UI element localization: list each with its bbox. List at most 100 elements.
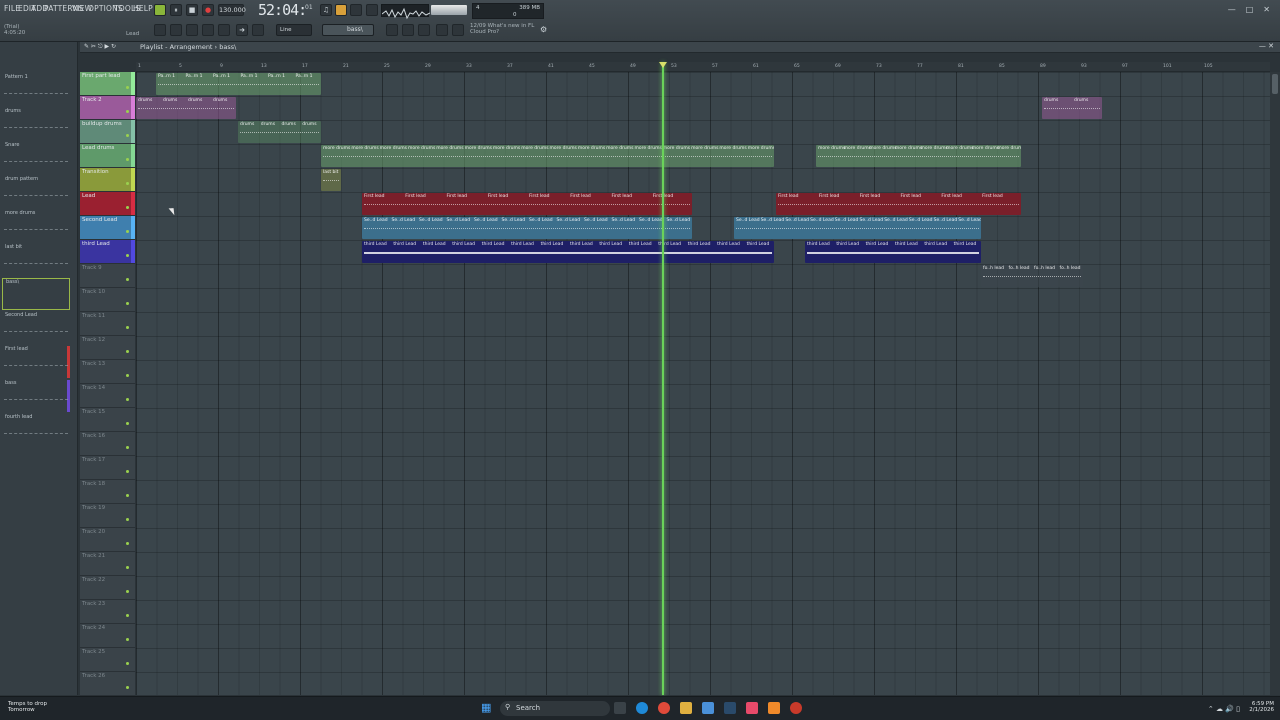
track-header[interactable]: Track 11 [80,312,135,336]
track-header[interactable]: Lead drums [80,144,135,168]
track-header[interactable]: Track 13 [80,360,135,384]
track-mute-led[interactable] [126,349,129,353]
playlist-close-icon[interactable]: — ✕ [1259,42,1274,50]
fl-studio-icon[interactable] [768,702,780,714]
track-header[interactable]: Track 10 [80,288,135,312]
track-header[interactable]: Track 12 [80,336,135,360]
maximize-icon[interactable]: □ [1246,5,1254,14]
task-view-icon[interactable] [614,702,626,714]
metronome-button[interactable]: ♫ [320,4,332,16]
track-mute-led[interactable] [126,397,129,401]
track-header[interactable]: third Lead [80,240,135,264]
picker-item[interactable]: drums [2,108,70,140]
track-header[interactable]: Track 22 [80,576,135,600]
pattern-clip[interactable]: drums drums [1042,97,1102,119]
track-mute-led[interactable] [126,133,129,137]
piano-roll-button[interactable] [170,24,182,36]
tempo-display[interactable]: 130.000 [218,4,246,16]
picker-item[interactable]: bass [2,380,70,412]
track-header[interactable]: Track 25 [80,648,135,672]
taskbar-clock[interactable]: 6:59 PM 2/1/2026 [1249,701,1274,713]
track-mute-led[interactable] [126,157,129,161]
pattern-clip[interactable]: third Lead third Lead third Lead third Lead… [362,241,774,263]
alt-button[interactable] [418,24,430,36]
track-mute-led[interactable] [126,613,129,617]
track-mute-led[interactable] [126,637,129,641]
track-header[interactable]: Transition [80,168,135,192]
loop-record-button[interactable] [350,4,362,16]
track-mute-led[interactable] [126,493,129,497]
track-mute-led[interactable] [126,589,129,593]
playlist-button[interactable] [154,24,166,36]
tool-icons[interactable]: ✎ ✂ ⎋ ▶ ↻ [84,43,116,51]
pattern-clip[interactable]: Se..d Lead Se..d Lead Se..d Lead Se..d Lead… [734,217,981,239]
windows-start-icon[interactable]: ▦ [481,702,493,714]
next-button[interactable]: ➜ [236,24,248,36]
track-mute-led[interactable] [126,421,129,425]
track-mute-led[interactable] [126,685,129,689]
pattern-clip[interactable]: more drums more drums more drums more drums… [816,145,1021,167]
minimize-icon[interactable]: — [1228,5,1236,14]
pattern-clip[interactable]: last bit [321,169,341,191]
track-header[interactable]: Track 26 [80,672,135,696]
step-edit-button[interactable] [366,4,378,16]
steam-icon[interactable] [724,702,736,714]
playhead-marker-icon[interactable] [659,62,667,68]
track-header[interactable]: Track 24 [80,624,135,648]
pattern-clip[interactable]: fo..h lead fo..h lead fo..h lead fo..h lead [981,265,1083,287]
track-header[interactable]: Track 23 [80,600,135,624]
picker-item[interactable]: Pattern 1 [2,74,70,106]
picker-item[interactable]: more drums [2,210,70,242]
playhead[interactable] [662,62,664,695]
pattern-clip[interactable]: third Lead third Lead third Lead third Lead… [805,241,981,263]
channel-rack-button[interactable] [186,24,198,36]
track-mute-led[interactable] [126,109,129,113]
track-header[interactable]: Track 14 [80,384,135,408]
track-header[interactable]: First part lead [80,72,135,96]
track-mute-led[interactable] [126,277,129,281]
mixer-button[interactable] [202,24,214,36]
track-header[interactable]: Track 15 [80,408,135,432]
pattern-song-toggle[interactable] [154,4,166,16]
pattern-selector[interactable]: bass\ [322,24,374,36]
online-button[interactable] [436,24,448,36]
picker-item[interactable]: First lead [2,346,70,378]
picker-item[interactable]: Snare [2,142,70,174]
track-header[interactable]: Track 18 [80,480,135,504]
track-mute-led[interactable] [126,541,129,545]
track-mute-led[interactable] [126,565,129,569]
scroll-thumb[interactable] [1272,74,1278,94]
pattern-clip[interactable]: Se..d Lead Se..d Lead Se..d Lead Se..d Lead… [362,217,692,239]
track-mute-led[interactable] [126,661,129,665]
shift-button[interactable] [386,24,398,36]
pattern-clip[interactable]: Pa..rn 1 Pa..rn 1 Pa..rn 1 Pa..rn 1 Pa..rn 1… [156,73,321,95]
pattern-clip[interactable]: drums drums drums drums [136,97,236,119]
track-header[interactable]: Track 21 [80,552,135,576]
track-mute-led[interactable] [126,181,129,185]
track-mute-led[interactable] [126,85,129,89]
browser-button[interactable] [218,24,230,36]
music-app-icon[interactable] [746,702,758,714]
track-header[interactable]: buildup drums [80,120,135,144]
picker-item-selected[interactable]: bass\ [2,278,70,310]
track-mute-led[interactable] [126,325,129,329]
track-header[interactable]: Track 16 [80,432,135,456]
playlist-grid[interactable]: Pa..rn 1 Pa..rn 1 Pa..rn 1 Pa..rn 1 Pa..rn 1… [136,72,1270,695]
track-header[interactable]: Track 9 [80,264,135,288]
track-header[interactable]: Second Lead [80,216,135,240]
track-mute-led[interactable] [126,373,129,377]
close-icon[interactable]: ✕ [1263,5,1270,14]
pattern-clip[interactable]: drums drums drums drums [238,121,321,143]
track-mute-led[interactable] [126,445,129,449]
pattern-clip[interactable]: First lead First lead First lead First lead… [776,193,1021,215]
menu-help[interactable]: HELP [133,4,153,16]
plugin-button[interactable] [252,24,264,36]
track-mute-led[interactable] [126,205,129,209]
app-icon[interactable] [790,702,802,714]
store-icon[interactable] [702,702,714,714]
timeline-ruler[interactable]: 1 5 9 13 17 21 25 29 33 37 41 45 49 53 57 61 65 69 73 77 81 8… [136,62,1270,72]
pattern-clip[interactable]: more drums more drums more drums more drums… [321,145,774,167]
system-tray[interactable]: ⌃ ☁ 🔊 ▯ [1208,705,1240,713]
ctrl-button[interactable] [402,24,414,36]
record-button[interactable]: ● [202,4,214,16]
